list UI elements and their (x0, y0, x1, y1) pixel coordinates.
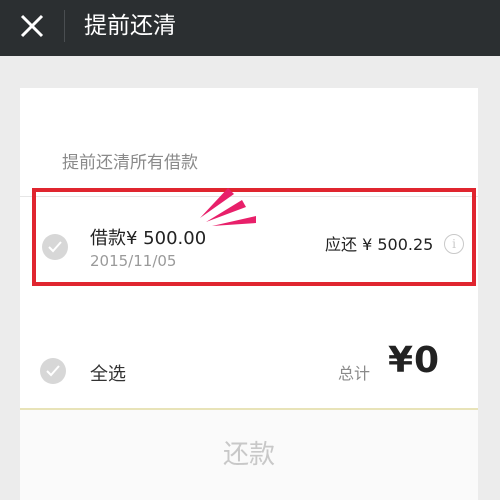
loan-date: 2015/11/05 (90, 252, 177, 270)
spark-annotation-icon (200, 188, 256, 226)
loan-amount: 借款¥ 500.00 (90, 228, 207, 249)
repay-button[interactable]: 还款 (20, 410, 478, 500)
total-value: ¥0 (388, 340, 441, 381)
repay-card: 提前还清所有借款 借款¥ 500.00 2015/11/05 应还 ¥ 500.… (20, 88, 478, 500)
top-bar: 提前还清 (0, 0, 500, 56)
close-icon (20, 14, 44, 38)
select-all-checkbox[interactable] (40, 358, 66, 384)
page-title: 提前还清 (84, 13, 176, 39)
check-icon (46, 365, 60, 377)
close-button[interactable] (12, 8, 52, 48)
info-icon[interactable]: i (444, 234, 464, 254)
total-label: 总计 (338, 364, 371, 383)
topbar-divider (64, 10, 65, 42)
loan-checkbox[interactable] (42, 234, 68, 260)
due-amount: 应还 ¥ 500.25 (325, 235, 434, 254)
check-icon (48, 241, 62, 253)
select-all-label: 全选 (90, 364, 126, 385)
section-title: 提前还清所有借款 (62, 153, 198, 173)
